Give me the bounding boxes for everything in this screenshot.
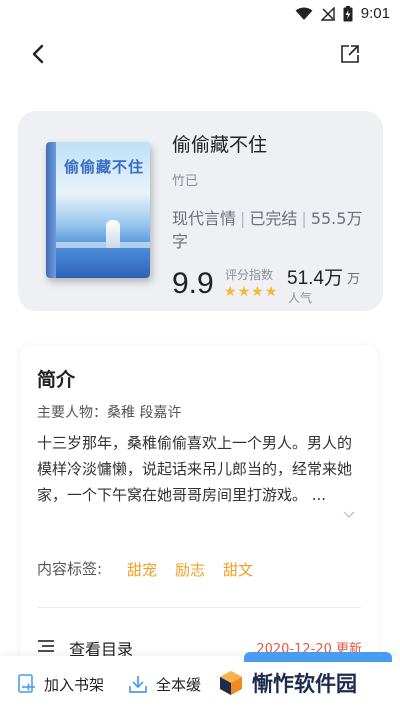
book-meta: 现代言情 | 已完结 | 55.5万字	[172, 207, 367, 253]
bottom-action-bar: 加入书架 全本缓 慚怍软件园	[0, 652, 400, 711]
cover-spine	[46, 142, 56, 278]
intro-panel: 简介 主要人物：桑稚 段嘉许 十三岁那年，桑稚偷偷喜欢上一个男人。男人的模样冷淡…	[20, 346, 378, 666]
main-characters: 主要人物：桑稚 段嘉许	[37, 405, 182, 421]
download-button[interactable]: 全本缓	[128, 670, 201, 698]
add-shelf-button[interactable]: 加入书架	[18, 670, 104, 698]
download-label: 全本缓	[156, 675, 202, 694]
tag-item[interactable]: 甜文	[223, 559, 253, 580]
star-icon: ★	[264, 284, 278, 300]
intro-title: 简介	[37, 369, 76, 391]
tag-item[interactable]: 甜宠	[127, 559, 157, 580]
back-button[interactable]	[24, 40, 52, 68]
add-shelf-label: 加入书架	[44, 675, 105, 694]
watermark: 慚怍软件园	[218, 668, 357, 698]
cover-sea	[56, 242, 150, 248]
book-status: 已完结	[249, 209, 298, 228]
star-icon: ★	[237, 284, 251, 300]
tags-label: 内容标签:	[37, 560, 103, 578]
rating-stars: ★ ★ ★ ★	[224, 285, 277, 299]
book-title: 偷偷藏不住	[172, 134, 268, 156]
wifi-icon	[295, 7, 313, 20]
status-bar: 9:01	[0, 0, 400, 28]
share-icon	[341, 45, 359, 63]
star-icon: ★	[224, 284, 237, 300]
book-score: 9.9	[172, 267, 214, 300]
popularity-unit: 万	[347, 272, 361, 287]
header	[0, 28, 400, 80]
intro-text[interactable]: 十三岁那年，桑稚偷偷喜欢上一个男人。男人的模样冷淡慵懒，说起话来吊儿郎当的，经常…	[37, 430, 352, 508]
meta-separator: |	[240, 209, 246, 228]
score-label: 评分指数	[225, 268, 274, 282]
list-icon	[38, 640, 54, 652]
cover-figure	[106, 220, 120, 248]
download-icon	[129, 676, 147, 693]
tag-item[interactable]: 励志	[175, 559, 205, 580]
book-info-card: 偷偷藏不住 偷偷藏不住 竹已 现代言情 | 已完结 | 55.5万字 9.9 评分指数 …	[18, 111, 383, 311]
chevron-down-icon[interactable]	[342, 507, 356, 521]
status-time: 9:01	[360, 5, 390, 22]
cover-title: 偷偷藏不住	[64, 158, 145, 176]
bookshelf-add-icon	[18, 674, 35, 693]
divider	[37, 607, 361, 608]
book-genre: 现代言情	[172, 209, 237, 228]
meta-separator: |	[301, 209, 307, 228]
battery-charging-icon	[343, 5, 353, 21]
status-icons: 9:01	[295, 5, 390, 22]
book-cover[interactable]: 偷偷藏不住	[46, 142, 150, 278]
share-button[interactable]	[336, 40, 364, 68]
no-signal-icon	[320, 6, 335, 21]
watermark-logo-icon	[220, 671, 242, 695]
chevron-left-icon	[32, 44, 44, 64]
star-icon: ★	[251, 284, 264, 300]
popularity-number: 51.4万	[287, 268, 343, 289]
popularity-label: 人气	[288, 291, 313, 305]
book-author[interactable]: 竹已	[172, 170, 198, 189]
watermark-text: 慚怍软件园	[252, 672, 357, 696]
read-button[interactable]	[244, 652, 392, 662]
